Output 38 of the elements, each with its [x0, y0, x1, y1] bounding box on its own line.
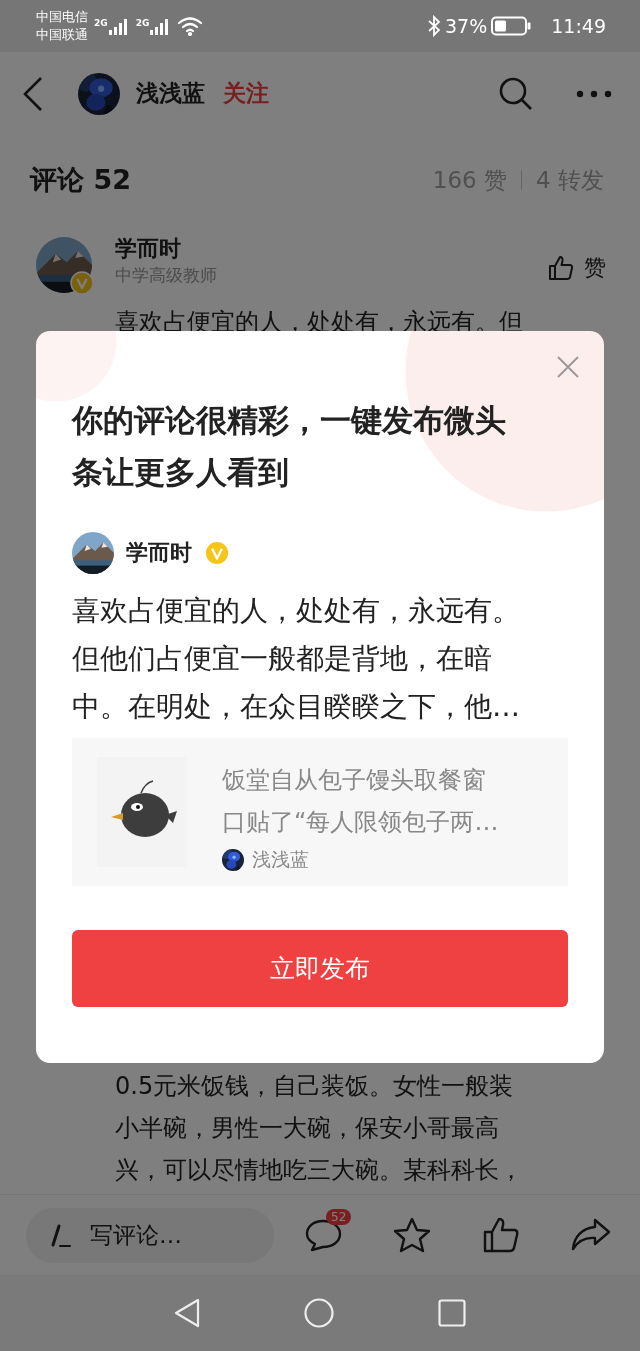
bluetooth-icon: [427, 15, 441, 37]
recent-apps-icon[interactable]: [438, 1299, 466, 1327]
follow-button[interactable]: 关注: [223, 78, 269, 109]
thumbs-up-icon[interactable]: [482, 1216, 520, 1254]
comment-text-line: 小半碗，男性一大碗，保安小哥最高: [115, 1113, 500, 1144]
battery-icon: [491, 16, 532, 36]
quoted-author-name: 浅浅蓝: [252, 847, 309, 872]
star-icon[interactable]: [392, 1216, 432, 1254]
author-name[interactable]: 浅浅蓝: [136, 78, 205, 109]
verified-badge-icon: [70, 271, 94, 295]
comment-count-badge: 52: [326, 1209, 352, 1225]
comments-title: 评论 52: [30, 163, 131, 197]
comment-preview-text: 喜欢占便宜的人，处处有，永远有。但他们占便宜一般都是背地，在暗中。在明处，在众目睽睽之下，他…: [72, 593, 521, 725]
author-name: 学而时: [126, 539, 192, 567]
commenter-name[interactable]: 学而时: [115, 235, 548, 263]
publish-button[interactable]: 立即发布: [72, 930, 568, 1007]
more-icon[interactable]: [576, 89, 612, 98]
clock-time: 11:49: [551, 15, 606, 37]
home-icon[interactable]: [304, 1298, 334, 1328]
carrier-name: 中国电信: [36, 8, 88, 26]
share-icon[interactable]: [570, 1217, 612, 1253]
quoted-post-card[interactable]: 饭堂自从包子馒头取餐窗口贴了“每人限领包子两… 浅浅蓝: [72, 738, 568, 886]
quoted-post-text: 饭堂自从包子馒头取餐窗口贴了“每人限领包子两…: [222, 765, 500, 838]
comment-input-field[interactable]: 写评论…: [26, 1207, 274, 1263]
wifi-icon: [177, 16, 204, 36]
battery-percent: 37%: [445, 15, 488, 37]
back-icon[interactable]: [22, 75, 44, 112]
search-icon[interactable]: [498, 75, 534, 112]
thumbs-up-icon: [548, 255, 574, 281]
signal-icon: [107, 16, 130, 36]
like-button[interactable]: 赞: [548, 253, 606, 283]
network-type: 2G: [135, 18, 150, 28]
carrier-name: 中国联通: [36, 26, 88, 44]
comment-text-line: 0.5元米饭钱，自己装饭。女性一般装: [115, 1071, 515, 1102]
dialog-title: 你的评论很精彩，一键发布微头条让更多人看到: [72, 401, 507, 492]
back-icon[interactable]: [174, 1298, 200, 1328]
comment-text-line: 兴，可以尽情地吃三大碗。某科科长，: [115, 1155, 524, 1186]
network-type: 2G: [94, 18, 108, 28]
